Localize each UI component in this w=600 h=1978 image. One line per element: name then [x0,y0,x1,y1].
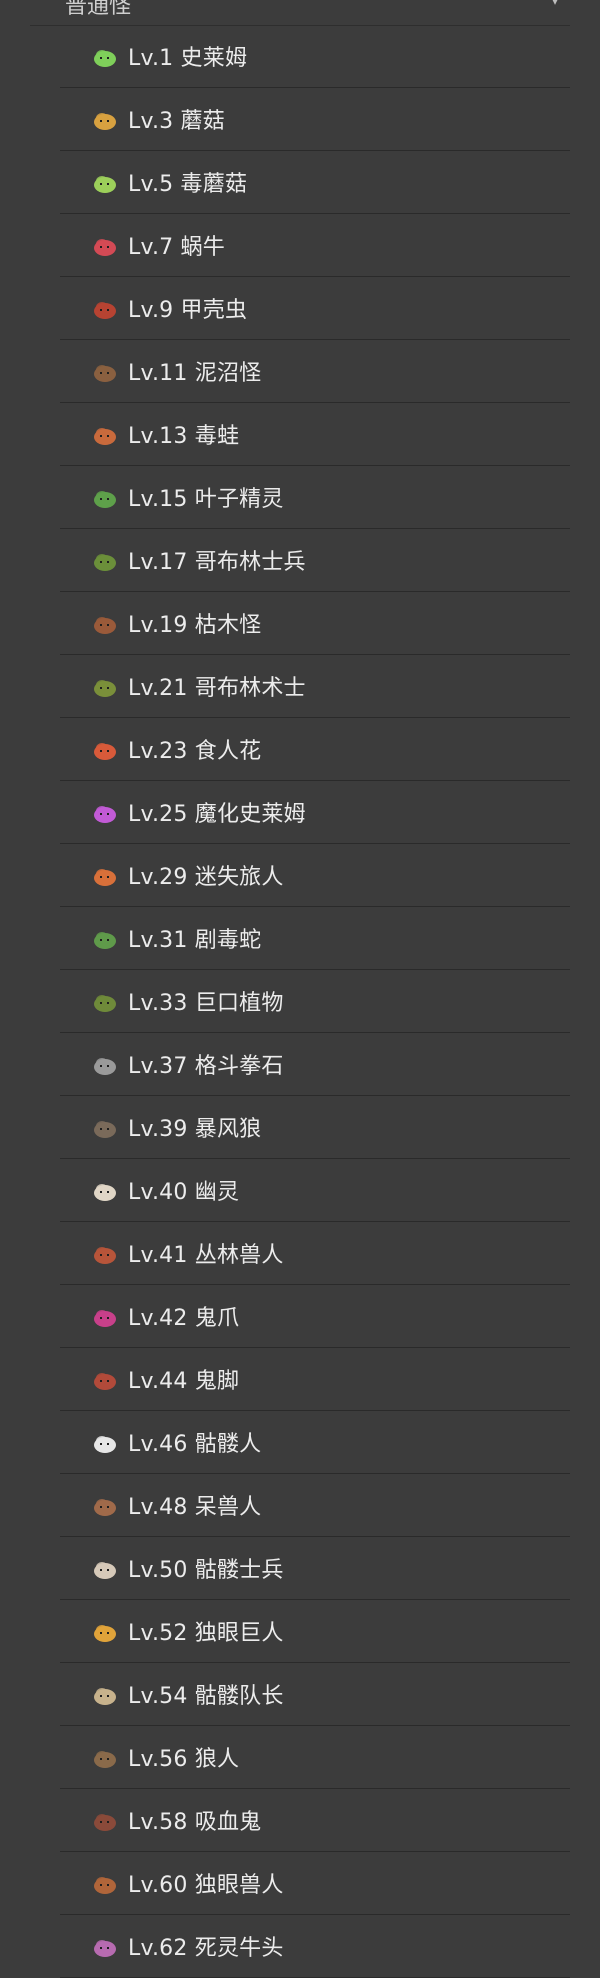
monster-label: Lv.33 巨口植物 [128,991,284,1016]
monster-label: Lv.5 毒蘑菇 [128,172,248,197]
monster-row[interactable]: Lv.25 魔化史莱姆 [60,781,570,844]
monster-row[interactable]: Lv.44 鬼脚 [60,1348,570,1411]
ghost-foot-icon [90,1364,120,1394]
swamp-monster-icon [90,356,120,386]
monster-label: Lv.21 哥布林术士 [128,676,306,701]
monster-label: Lv.42 鬼爪 [128,1306,240,1331]
goblin-mage-icon [90,671,120,701]
big-mouth-plant-icon [90,986,120,1016]
monster-row[interactable]: Lv.54 骷髅队长 [60,1663,570,1726]
monster-row[interactable]: Lv.60 独眼兽人 [60,1852,570,1915]
monster-label: Lv.17 哥布林士兵 [128,550,306,575]
monster-row[interactable]: Lv.58 吸血鬼 [60,1789,570,1852]
poison-mushroom-icon [90,167,120,197]
monster-label: Lv.54 骷髅队长 [128,1684,284,1709]
monster-row[interactable]: Lv.52 独眼巨人 [60,1600,570,1663]
monster-label: Lv.37 格斗拳石 [128,1054,284,1079]
monster-label: Lv.58 吸血鬼 [128,1810,262,1835]
monster-row[interactable]: Lv.1 史莱姆 [60,25,570,88]
monster-label: Lv.19 枯木怪 [128,613,262,638]
poison-frog-icon [90,419,120,449]
monster-row[interactable]: Lv.40 幽灵 [60,1159,570,1222]
monster-row[interactable]: Lv.62 死灵牛头 [60,1915,570,1978]
werewolf-icon [90,1742,120,1772]
monster-row[interactable]: Lv.5 毒蘑菇 [60,151,570,214]
monster-label: Lv.60 独眼兽人 [128,1873,284,1898]
monster-label: Lv.25 魔化史莱姆 [128,802,306,827]
monster-row[interactable]: Lv.29 迷失旅人 [60,844,570,907]
monster-label: Lv.13 毒蛙 [128,424,240,449]
monster-label: Lv.39 暴风狼 [128,1117,262,1142]
jungle-orc-icon [90,1238,120,1268]
monster-label: Lv.41 丛林兽人 [128,1243,284,1268]
monster-label: Lv.29 迷失旅人 [128,865,284,890]
monster-label: Lv.56 狼人 [128,1747,240,1772]
monster-label: Lv.62 死灵牛头 [128,1936,284,1961]
monster-row[interactable]: Lv.50 骷髅士兵 [60,1537,570,1600]
monster-row[interactable]: Lv.56 狼人 [60,1726,570,1789]
monster-label: Lv.1 史莱姆 [128,46,248,71]
monster-row[interactable]: Lv.39 暴风狼 [60,1096,570,1159]
monster-row[interactable]: Lv.11 泥沼怪 [60,340,570,403]
beetle-icon [90,293,120,323]
monster-label: Lv.31 剧毒蛇 [128,928,262,953]
snail-icon [90,230,120,260]
monster-row[interactable]: Lv.19 枯木怪 [60,592,570,655]
monster-label: Lv.50 骷髅士兵 [128,1558,284,1583]
monster-row[interactable]: Lv.33 巨口植物 [60,970,570,1033]
cyclops-orc-icon [90,1868,120,1898]
ghost-claw-icon [90,1301,120,1331]
monster-row[interactable]: Lv.13 毒蛙 [60,403,570,466]
monster-label: Lv.15 叶子精灵 [128,487,284,512]
monster-label: Lv.46 骷髅人 [128,1432,262,1457]
skeleton-soldier-icon [90,1553,120,1583]
monster-label: Lv.23 食人花 [128,739,262,764]
monster-list: Lv.1 史莱姆 Lv.3 蘑菇 Lv.5 毒蘑菇 Lv.7 蜗牛 Lv.9 甲壳虫 Lv… [0,25,600,1978]
fighting-rock-icon [90,1049,120,1079]
monster-row[interactable]: Lv.37 格斗拳石 [60,1033,570,1096]
ghost-icon [90,1175,120,1205]
section-header[interactable]: 普通怪 ▾ [30,0,570,26]
monster-panel: 普通怪 ▾ Lv.1 史莱姆 Lv.3 蘑菇 Lv.5 毒蘑菇 Lv.7 蜗牛 Lv.9… [0,0,600,1978]
demon-slime-icon [90,797,120,827]
undead-minotaur-icon [90,1931,120,1961]
mushroom-icon [90,104,120,134]
monster-label: Lv.48 呆兽人 [128,1495,262,1520]
goblin-soldier-icon [90,545,120,575]
man-eating-flower-icon [90,734,120,764]
leaf-sprite-icon [90,482,120,512]
slime-icon [90,41,120,71]
vampire-icon [90,1805,120,1835]
monster-row[interactable]: Lv.46 骷髅人 [60,1411,570,1474]
chevron-down-icon[interactable]: ▾ [548,0,562,8]
monster-row[interactable]: Lv.41 丛林兽人 [60,1222,570,1285]
monster-row[interactable]: Lv.3 蘑菇 [60,88,570,151]
monster-label: Lv.3 蘑菇 [128,109,225,134]
cyclops-icon [90,1616,120,1646]
monster-label: Lv.40 幽灵 [128,1180,240,1205]
monster-row[interactable]: Lv.21 哥布林术士 [60,655,570,718]
lost-traveler-icon [90,860,120,890]
monster-label: Lv.7 蜗牛 [128,235,225,260]
storm-wolf-icon [90,1112,120,1142]
monster-row[interactable]: Lv.42 鬼爪 [60,1285,570,1348]
monster-row[interactable]: Lv.7 蜗牛 [60,214,570,277]
monster-row[interactable]: Lv.15 叶子精灵 [60,466,570,529]
dull-orc-icon [90,1490,120,1520]
deadwood-monster-icon [90,608,120,638]
monster-label: Lv.44 鬼脚 [128,1369,240,1394]
section-title: 普通怪 [65,0,132,19]
monster-label: Lv.52 独眼巨人 [128,1621,284,1646]
monster-row[interactable]: Lv.48 呆兽人 [60,1474,570,1537]
monster-label: Lv.11 泥沼怪 [128,361,262,386]
skeleton-captain-icon [90,1679,120,1709]
monster-row[interactable]: Lv.23 食人花 [60,718,570,781]
monster-row[interactable]: Lv.9 甲壳虫 [60,277,570,340]
monster-row[interactable]: Lv.17 哥布林士兵 [60,529,570,592]
monster-label: Lv.9 甲壳虫 [128,298,248,323]
skeleton-icon [90,1427,120,1457]
venom-snake-icon [90,923,120,953]
monster-row[interactable]: Lv.31 剧毒蛇 [60,907,570,970]
